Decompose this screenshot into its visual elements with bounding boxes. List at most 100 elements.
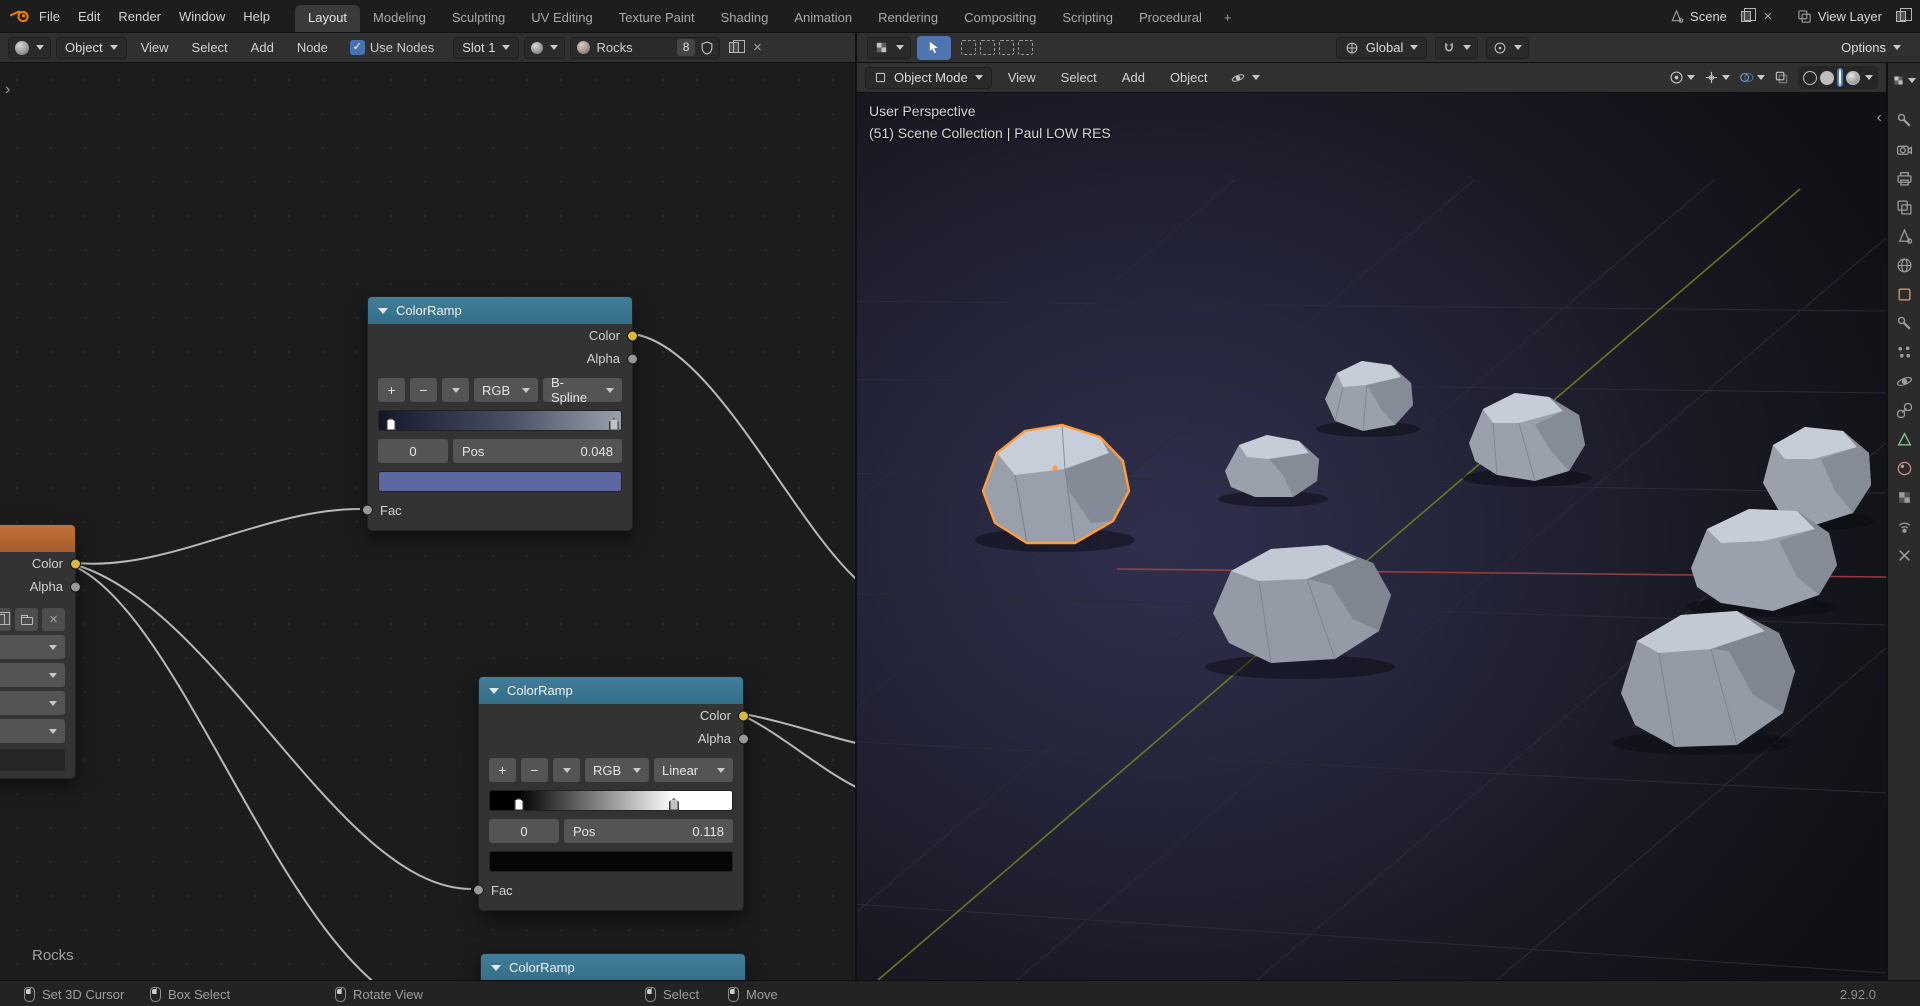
tab-output-icon[interactable]: [1896, 170, 1913, 187]
node-header[interactable]: ColorRamp: [481, 954, 745, 980]
scene-selector[interactable]: Scene: [1663, 7, 1733, 26]
proportional-edit-dropdown[interactable]: [1486, 36, 1530, 59]
menu-node[interactable]: Node: [288, 36, 337, 59]
image-setting-dropdown-1[interactable]: [0, 635, 65, 659]
sidebar-expand-arrow[interactable]: [1877, 109, 1882, 127]
gizmos-dropdown[interactable]: [1704, 70, 1730, 85]
interpolation-dropdown[interactable]: Linear: [654, 758, 733, 782]
socket-color-output[interactable]: [738, 710, 749, 721]
tab-constraints-icon[interactable]: [1896, 402, 1913, 419]
colorramp-node-3[interactable]: ColorRamp: [480, 953, 746, 980]
menu-object[interactable]: Object: [1161, 66, 1217, 89]
socket-fac-input[interactable]: [362, 504, 373, 516]
menu-add[interactable]: Add: [1113, 66, 1154, 89]
socket-alpha-output[interactable]: [738, 733, 749, 744]
tab-view-layer-icon[interactable]: [1896, 199, 1913, 216]
tab-close-icon[interactable]: [1896, 547, 1913, 564]
select-mode-intersect-icon[interactable]: [1018, 40, 1033, 55]
collapse-icon[interactable]: [378, 307, 388, 314]
tab-render-icon[interactable]: [1896, 141, 1913, 158]
view-layer-selector[interactable]: View Layer: [1791, 7, 1888, 26]
image-texture-node[interactable]: Color Alpha: [0, 524, 81, 779]
visibility-dropdown[interactable]: [1669, 70, 1695, 85]
tab-modifiers-icon[interactable]: [1896, 315, 1913, 332]
tab-animation[interactable]: Animation: [781, 5, 865, 32]
shader-node-editor[interactable]: Color Alpha ColorRamp: [0, 63, 857, 980]
node-header[interactable]: ColorRamp: [368, 297, 632, 324]
shading-material-active[interactable]: [1837, 68, 1843, 87]
select-mode-new-icon[interactable]: [961, 40, 976, 55]
socket-alpha-output[interactable]: [70, 581, 81, 592]
socket-color-output[interactable]: [70, 558, 81, 569]
tab-object-icon[interactable]: [1896, 286, 1913, 303]
menu-help[interactable]: Help: [234, 5, 279, 28]
menu-edit[interactable]: Edit: [69, 5, 109, 28]
image-setting-dropdown-3[interactable]: [0, 691, 65, 715]
tab-world-icon[interactable]: [1896, 257, 1913, 274]
unlink-scene-button[interactable]: [1759, 7, 1777, 25]
ramp-stop-handle[interactable]: [668, 798, 679, 811]
tab-scene-icon[interactable]: [1896, 228, 1913, 245]
image-colorspace-field[interactable]: [0, 749, 65, 771]
shading-rendered-icon[interactable]: [1846, 70, 1860, 85]
blender-logo-icon[interactable]: [10, 8, 30, 24]
add-stop-button[interactable]: +: [378, 378, 405, 402]
stop-index-field[interactable]: 0: [378, 439, 448, 463]
color-mode-dropdown[interactable]: RGB: [474, 378, 538, 402]
options-dropdown[interactable]: Options: [1832, 37, 1910, 59]
tab-layout[interactable]: Layout: [295, 5, 361, 32]
add-view-layer-button[interactable]: [1892, 7, 1912, 25]
material-name-field[interactable]: Rocks 8: [570, 36, 721, 59]
color-mode-dropdown[interactable]: RGB: [585, 758, 649, 782]
socket-fac-input[interactable]: [473, 884, 484, 896]
image-setting-dropdown-2[interactable]: [0, 663, 65, 687]
remove-stop-button[interactable]: −: [521, 758, 548, 782]
shader-type-dropdown[interactable]: Object: [56, 36, 127, 59]
ramp1-swatch[interactable]: [378, 471, 622, 492]
tab-scripting[interactable]: Scripting: [1049, 5, 1126, 32]
editor-type-dropdown[interactable]: [8, 36, 51, 59]
select-mode-subtract-icon[interactable]: [999, 40, 1014, 55]
active-tool-select-box-button[interactable]: [917, 35, 951, 60]
tab-texture-icon[interactable]: [1896, 489, 1913, 506]
toolbar-expand-arrow[interactable]: [5, 81, 10, 99]
menu-view[interactable]: View: [132, 36, 178, 59]
unlink-material-button[interactable]: [748, 39, 766, 57]
duplicate-image-button[interactable]: [0, 608, 11, 631]
tab-uv-editing[interactable]: UV Editing: [518, 5, 605, 32]
viewport-3d[interactable]: User Perspective (51) Scene Collection |…: [857, 93, 1886, 980]
socket-color-output[interactable]: [627, 330, 638, 341]
new-material-button[interactable]: [725, 39, 745, 57]
collapse-icon[interactable]: [489, 687, 499, 694]
properties-editor-type-dropdown[interactable]: [1892, 68, 1916, 92]
image-setting-dropdown-4[interactable]: [0, 719, 65, 743]
ramp-stop-handle[interactable]: [385, 418, 396, 431]
ramp1-gradient[interactable]: [378, 410, 622, 431]
node-header[interactable]: [0, 525, 75, 552]
menu-select[interactable]: Select: [183, 36, 237, 59]
material-users-count[interactable]: 8: [676, 39, 696, 56]
ramp-stop-handle[interactable]: [608, 418, 619, 431]
menu-render[interactable]: Render: [109, 5, 170, 28]
transform-pivot-dropdown[interactable]: [1224, 67, 1267, 89]
xray-toggle-icon[interactable]: [1774, 70, 1789, 85]
unlink-image-button[interactable]: [42, 608, 65, 631]
tool-settings-dropdown[interactable]: [867, 36, 911, 59]
tab-procedural[interactable]: Procedural: [1126, 5, 1215, 32]
tab-physics-icon[interactable]: [1896, 373, 1913, 390]
use-nodes-checkbox[interactable]: [349, 40, 365, 55]
material-slot-dropdown[interactable]: Slot 1: [453, 36, 520, 59]
tab-texture-paint[interactable]: Texture Paint: [606, 5, 708, 32]
tab-probe-icon[interactable]: [1896, 518, 1913, 535]
stop-position-slider[interactable]: Pos 0.118: [564, 819, 733, 843]
shading-wireframe-icon[interactable]: [1803, 70, 1817, 85]
snapping-dropdown[interactable]: [1435, 36, 1479, 59]
menu-window[interactable]: Window: [170, 5, 234, 28]
ramp2-gradient[interactable]: [489, 790, 733, 811]
menu-add[interactable]: Add: [242, 36, 283, 59]
tab-rendering[interactable]: Rendering: [865, 5, 951, 32]
ramp2-swatch[interactable]: [489, 851, 733, 872]
collapse-icon[interactable]: [491, 964, 501, 971]
tab-active-tool-icon[interactable]: [1896, 112, 1913, 129]
interpolation-dropdown[interactable]: B-Spline: [543, 375, 622, 405]
